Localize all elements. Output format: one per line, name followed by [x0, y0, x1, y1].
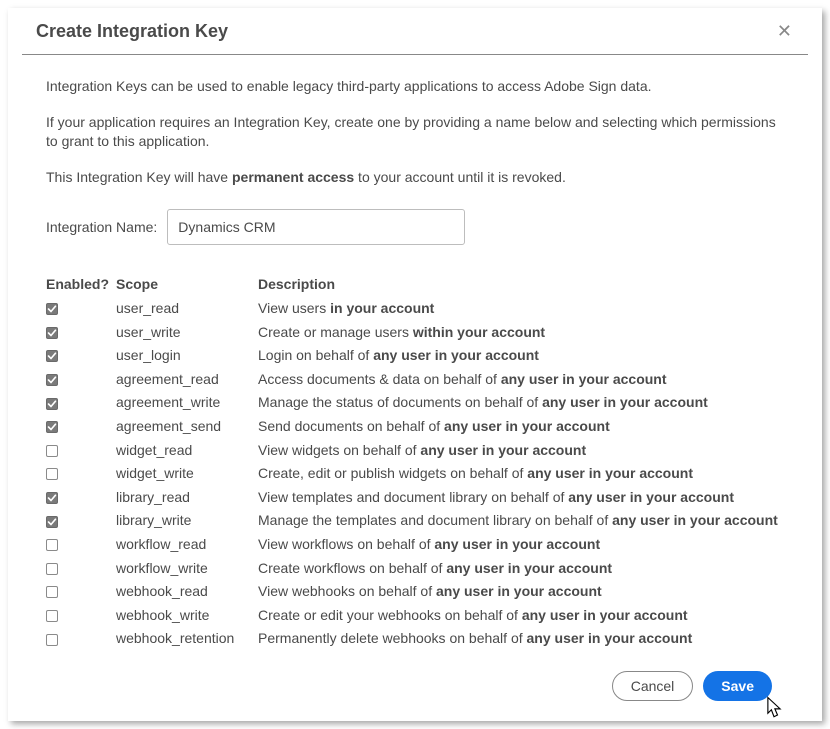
integration-name-input[interactable] — [167, 209, 465, 245]
integration-name-label: Integration Name: — [46, 218, 157, 238]
perm-checkbox-cell — [46, 533, 116, 557]
perm-description: View workflows on behalf of any user in … — [258, 533, 784, 557]
perm-description: View widgets on behalf of any user in yo… — [258, 439, 784, 463]
perm-description: View webhooks on behalf of any user in y… — [258, 580, 784, 604]
perm-description: Access documents & data on behalf of any… — [258, 368, 784, 392]
header-enabled: Enabled? — [46, 273, 116, 297]
perm-description: Manage the templates and document librar… — [258, 509, 784, 533]
perm-scope: workflow_write — [116, 557, 258, 581]
header-scope: Scope — [116, 273, 258, 297]
checkbox-workflow_read[interactable] — [46, 539, 58, 551]
checkbox-user_write[interactable] — [46, 327, 58, 339]
perm-description: View users in your account — [258, 297, 784, 321]
perm-checkbox-cell — [46, 297, 116, 321]
perm-description: Create workflows on behalf of any user i… — [258, 557, 784, 581]
close-icon[interactable]: ✕ — [775, 20, 794, 42]
perm-description: Create or manage users within your accou… — [258, 321, 784, 345]
checkbox-user_login[interactable] — [46, 350, 58, 362]
perm-checkbox-cell — [46, 391, 116, 415]
perm-scope: workflow_read — [116, 533, 258, 557]
perm-checkbox-cell — [46, 557, 116, 581]
perm-checkbox-cell — [46, 509, 116, 533]
perm-scope: webhook_write — [116, 604, 258, 628]
intro-p1: Integration Keys can be used to enable l… — [46, 77, 784, 97]
intro-p2: If your application requires an Integrat… — [46, 113, 784, 152]
perm-description: Manage the status of documents on behalf… — [258, 391, 784, 415]
perm-description: Create, edit or publish widgets on behal… — [258, 462, 784, 486]
perm-description: Create or edit your webhooks on behalf o… — [258, 604, 784, 628]
perm-checkbox-cell — [46, 604, 116, 628]
perm-checkbox-cell — [46, 439, 116, 463]
perm-scope: user_login — [116, 344, 258, 368]
perm-description: View templates and document library on b… — [258, 486, 784, 510]
create-integration-key-dialog: Create Integration Key ✕ Integration Key… — [8, 8, 822, 721]
checkbox-widget_write[interactable] — [46, 468, 58, 480]
perm-checkbox-cell — [46, 321, 116, 345]
perm-scope: agreement_send — [116, 415, 258, 439]
checkbox-library_read[interactable] — [46, 492, 58, 504]
perm-scope: widget_write — [116, 462, 258, 486]
perm-checkbox-cell — [46, 627, 116, 651]
perm-scope: agreement_read — [116, 368, 258, 392]
perm-scope: webhook_read — [116, 580, 258, 604]
header-description: Description — [258, 273, 784, 297]
perm-checkbox-cell — [46, 580, 116, 604]
perm-checkbox-cell — [46, 462, 116, 486]
perm-scope: library_write — [116, 509, 258, 533]
perm-description: Permanently delete webhooks on behalf of… — [258, 627, 784, 651]
checkbox-agreement_write[interactable] — [46, 398, 58, 410]
dialog-header: Create Integration Key ✕ — [22, 8, 808, 55]
permissions-grid: Enabled? Scope Description user_readView… — [46, 273, 784, 651]
button-row: Cancel Save — [46, 671, 784, 701]
checkbox-user_read[interactable] — [46, 303, 58, 315]
perm-scope: agreement_write — [116, 391, 258, 415]
checkbox-workflow_write[interactable] — [46, 563, 58, 575]
pointer-cursor-icon — [760, 694, 788, 722]
dialog-title: Create Integration Key — [36, 21, 228, 42]
perm-scope: library_read — [116, 486, 258, 510]
dialog-body: Integration Keys can be used to enable l… — [8, 55, 822, 721]
checkbox-widget_read[interactable] — [46, 445, 58, 457]
perm-description: Send documents on behalf of any user in … — [258, 415, 784, 439]
integration-name-row: Integration Name: — [46, 209, 784, 245]
checkbox-webhook_write[interactable] — [46, 610, 58, 622]
checkbox-agreement_read[interactable] — [46, 374, 58, 386]
perm-scope: widget_read — [116, 439, 258, 463]
perm-scope: user_write — [116, 321, 258, 345]
perm-scope: user_read — [116, 297, 258, 321]
perm-checkbox-cell — [46, 486, 116, 510]
intro-text: Integration Keys can be used to enable l… — [46, 77, 784, 187]
perm-checkbox-cell — [46, 368, 116, 392]
perm-checkbox-cell — [46, 415, 116, 439]
perm-scope: webhook_retention — [116, 627, 258, 651]
perm-checkbox-cell — [46, 344, 116, 368]
cancel-button[interactable]: Cancel — [612, 671, 694, 701]
intro-p3: This Integration Key will have permanent… — [46, 168, 784, 188]
checkbox-webhook_read[interactable] — [46, 586, 58, 598]
checkbox-webhook_retention[interactable] — [46, 634, 58, 646]
checkbox-agreement_send[interactable] — [46, 421, 58, 433]
perm-description: Login on behalf of any user in your acco… — [258, 344, 784, 368]
checkbox-library_write[interactable] — [46, 516, 58, 528]
